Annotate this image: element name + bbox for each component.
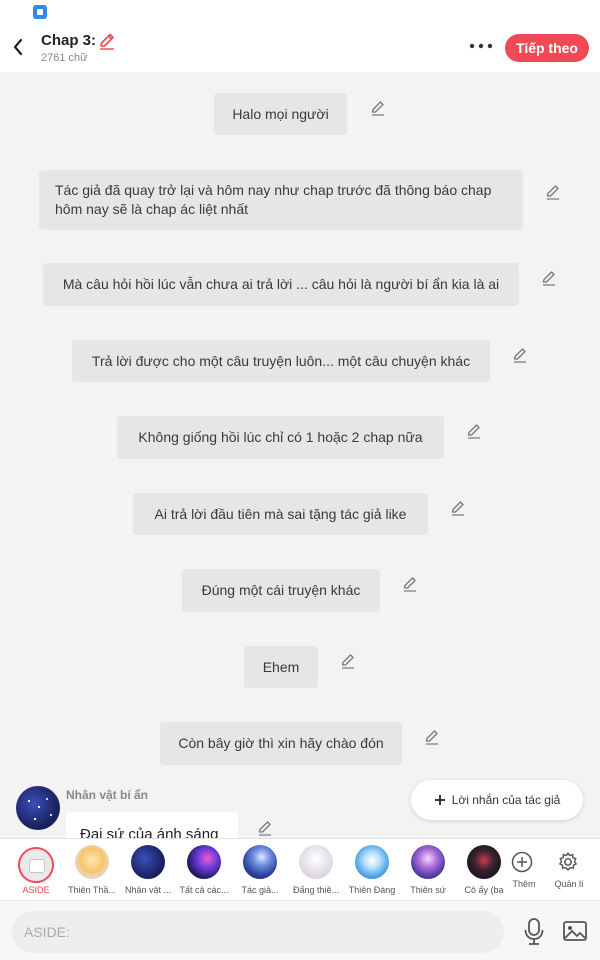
character-avatar[interactable] xyxy=(16,786,60,830)
character-item[interactable]: Đấng thiê... xyxy=(287,845,343,899)
character-item[interactable]: Thiên sứ xyxy=(399,845,455,899)
gear-icon xyxy=(559,852,577,871)
character-label: Thiên sứ xyxy=(410,885,446,895)
pencil-icon xyxy=(341,654,354,669)
character-item-aside[interactable]: ASIDE xyxy=(7,845,63,899)
pencil-icon xyxy=(258,821,271,836)
aside-icon xyxy=(18,847,54,883)
edit-message-button[interactable] xyxy=(511,346,529,364)
more-options-button[interactable] xyxy=(466,34,496,58)
character-name: Nhân vật bí ẩn xyxy=(66,788,149,802)
message-bubble[interactable]: Không giống hồi lúc chỉ có 1 hoặc 2 chap… xyxy=(117,416,444,459)
author-message-label: Lời nhắn của tác giả xyxy=(451,793,561,807)
character-label: Thiên Thầ... xyxy=(68,885,116,895)
edit-message-button[interactable] xyxy=(423,728,441,746)
message-bubble[interactable]: Còn bây giờ thì xin hãy chào đón xyxy=(160,722,402,765)
character-item[interactable]: Thiên Đàng xyxy=(343,845,399,899)
edit-message-button[interactable] xyxy=(369,99,387,117)
pencil-icon xyxy=(451,501,464,516)
insert-image-button[interactable] xyxy=(562,919,588,943)
message-bubble[interactable]: Ehem xyxy=(244,646,318,688)
character-label: Tác giả... xyxy=(241,885,279,895)
message-bubble[interactable]: Trả lời được cho một câu truyện luôn... … xyxy=(72,340,490,382)
word-count: 2761 chữ xyxy=(41,52,88,64)
pencil-icon xyxy=(425,730,438,745)
character-item[interactable]: Tác giả... xyxy=(231,845,287,899)
pencil-icon xyxy=(403,577,416,592)
message-bubble[interactable]: Halo mọi người xyxy=(214,93,347,135)
character-item[interactable]: Tất cả các... xyxy=(175,845,231,899)
edit-message-button[interactable] xyxy=(401,575,419,593)
avatar-galaxy xyxy=(131,845,165,879)
author-message-button[interactable]: Lời nhắn của tác giả xyxy=(411,780,583,820)
avatar-white-figure xyxy=(299,845,333,879)
chevron-left-icon xyxy=(13,38,23,56)
avatar-blue-figure xyxy=(243,845,277,879)
chapter-title[interactable]: Chap 3: xyxy=(41,32,96,49)
pencil-icon xyxy=(542,271,555,286)
character-label: Tất cả các... xyxy=(179,885,229,895)
status-bar xyxy=(0,0,600,22)
message-bubble[interactable]: Mà câu hỏi hồi lúc vẫn chưa ai trả lời .… xyxy=(43,263,519,306)
image-icon xyxy=(563,921,587,941)
avatar-nebula xyxy=(187,845,221,879)
character-label: Đấng thiê... xyxy=(292,885,340,895)
voice-input-button[interactable] xyxy=(522,917,546,947)
microphone-icon xyxy=(524,918,544,945)
pencil-icon xyxy=(546,185,559,200)
character-label: Nhân vật ... xyxy=(124,885,172,895)
character-item[interactable]: Nhân vật ... xyxy=(119,845,175,899)
edit-message-button[interactable] xyxy=(256,819,274,837)
edit-message-button[interactable] xyxy=(544,183,562,201)
edit-message-button[interactable] xyxy=(449,499,467,517)
plus-circle-icon xyxy=(511,851,533,873)
pencil-icon xyxy=(513,348,526,363)
avatar-heaven-light xyxy=(355,845,389,879)
edit-message-button[interactable] xyxy=(540,269,558,287)
pencil-icon xyxy=(467,424,480,439)
next-chapter-button[interactable]: Tiếp theo xyxy=(505,34,589,62)
edit-message-button[interactable] xyxy=(465,422,483,440)
edit-title-button[interactable] xyxy=(97,31,117,51)
plus-icon xyxy=(434,795,445,805)
message-bubble[interactable]: Ai trả lời đầu tiên mà sai tặng tác giả … xyxy=(133,493,428,535)
back-button[interactable] xyxy=(6,32,30,62)
character-label: ASIDE xyxy=(22,885,50,895)
edit-message-button[interactable] xyxy=(339,652,357,670)
message-input[interactable] xyxy=(12,911,504,953)
character-label: Thiên Đàng xyxy=(348,885,396,895)
message-bubble[interactable]: Tác giả đã quay trở lại và hôm nay như c… xyxy=(39,170,523,230)
input-bar xyxy=(0,900,600,960)
character-bar: ASIDE Thiên Thầ... Nhân vật ... Tất cả c… xyxy=(0,838,600,900)
message-bubble[interactable]: Đúng một cái truyện khác xyxy=(182,569,380,612)
manage-button[interactable]: Quản lí xyxy=(540,845,596,899)
app-notification-icon xyxy=(33,5,47,19)
character-item[interactable]: Thiên Thầ... xyxy=(63,845,119,899)
pencil-icon xyxy=(371,101,384,116)
chapter-header: Chap 3: 2761 chữ Tiếp theo xyxy=(0,22,600,72)
pencil-icon xyxy=(100,33,114,50)
manage-label: Quản lí xyxy=(554,879,584,889)
avatar-purple-angel xyxy=(411,845,445,879)
more-dots-icon xyxy=(469,43,493,49)
avatar-anime-girl xyxy=(75,845,109,879)
